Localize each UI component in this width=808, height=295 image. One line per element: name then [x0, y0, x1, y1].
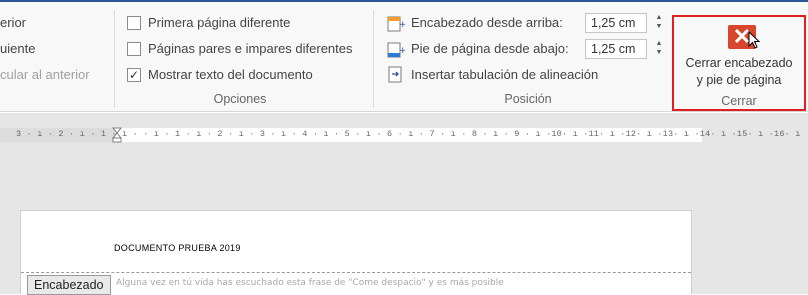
insert-alignment-tab-icon	[388, 66, 402, 83]
show-document-text-label: Mostrar texto del documento	[148, 67, 313, 82]
close-button-label-line-2: y pie de página	[696, 73, 782, 87]
nav-previous-partial[interactable]: erior	[0, 15, 26, 30]
header-from-top-input[interactable]: 1,25 cm	[585, 13, 647, 33]
header-text[interactable]: DOCUMENTO PRUEBA 2019	[114, 243, 241, 253]
svg-text:+: +	[399, 46, 405, 56]
link-to-previous-partial[interactable]: cular al anterior	[0, 67, 90, 82]
svg-text:+: +	[399, 20, 405, 30]
group-separator	[114, 10, 115, 108]
show-document-text-checkbox[interactable]: ✓	[127, 68, 141, 82]
footer-from-bottom-input[interactable]: 1,25 cm	[585, 39, 647, 59]
header-from-top-label: Encabezado desde arriba:	[411, 15, 563, 30]
ribbon-top-accent	[0, 0, 808, 2]
ribbon: erior uiente cular al anterior Primera p…	[0, 0, 808, 112]
indent-marker-icon[interactable]	[112, 127, 122, 143]
different-first-page-label: Primera página diferente	[148, 15, 291, 30]
options-group-label: Opciones	[213, 92, 267, 106]
header-boundary-line	[21, 272, 691, 273]
header-from-top-spinner[interactable]: ▲ ▼	[652, 13, 666, 33]
document-page: DOCUMENTO PRUEBA 2019 Encabezado Alguna …	[20, 210, 692, 295]
different-first-page-checkbox[interactable]	[127, 16, 141, 30]
horizontal-ruler[interactable]: 3 · ı · 2 · ı · 1 · ı · · ı · 1 · ı · 2 …	[0, 127, 808, 143]
footer-from-bottom-label: Pie de página desde abajo:	[411, 41, 569, 56]
different-odd-even-label: Páginas pares e impares diferentes	[148, 41, 353, 56]
nav-next-partial[interactable]: uiente	[0, 41, 35, 56]
close-group-label: Cerrar	[721, 94, 757, 108]
header-area-tag: Encabezado	[27, 275, 111, 295]
close-header-footer-button[interactable]: ✕ Cerrar encabezado y pie de página Cerr…	[672, 15, 806, 111]
footer-bottom-icon: +	[387, 42, 405, 58]
insert-alignment-tab-button[interactable]: Insertar tabulación de alineación	[411, 67, 598, 82]
ruler-scale: 3 · ı · 2 · ı · 1 · ı · · ı · 1 · ı · 2 …	[16, 129, 808, 139]
mouse-pointer-icon	[748, 31, 761, 49]
position-group-label: Posición	[504, 92, 552, 106]
header-top-icon: +	[387, 16, 405, 32]
group-separator	[373, 10, 374, 108]
different-odd-even-checkbox[interactable]	[127, 42, 141, 56]
body-text-preview: Alguna vez en tú vida has escuchado esta…	[116, 278, 504, 288]
close-button-label-line-1: Cerrar encabezado	[685, 56, 793, 70]
footer-from-bottom-spinner[interactable]: ▲ ▼	[652, 39, 666, 59]
